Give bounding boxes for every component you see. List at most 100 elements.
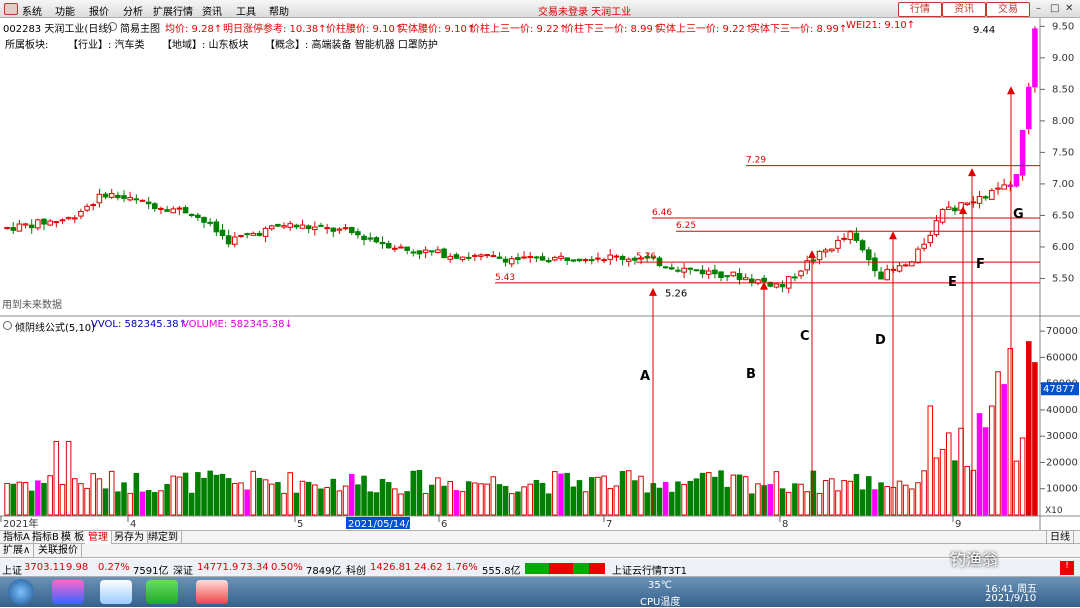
tab-related-quote[interactable]: 关联报价 [35, 544, 82, 558]
kline-chart[interactable]: 5.43 5.76 6.25 6.46 7.29 5.26 9.44 A B C D E F G 9.50… [0, 0, 1080, 607]
candle-body [127, 196, 133, 201]
volume-bar [496, 484, 503, 516]
candle-body [145, 201, 152, 205]
candle-body [484, 254, 490, 257]
level-label: 5.76 [636, 252, 656, 262]
volume-bar [121, 482, 127, 516]
indicator-icon[interactable] [3, 321, 12, 330]
volume-bar [472, 482, 478, 516]
alert-icon[interactable]: ! [1060, 561, 1074, 575]
candle-body [878, 271, 884, 280]
volume-bar [841, 480, 847, 516]
candle-body [502, 258, 509, 263]
volume-bar [792, 483, 798, 516]
volume-bar [465, 481, 472, 516]
tab-manage[interactable]: 管理 [85, 531, 112, 545]
volume-bar [625, 470, 632, 516]
candle-body [268, 225, 275, 230]
candle-body [533, 256, 540, 259]
volume-bar [84, 487, 90, 516]
period-daily[interactable]: 日线 [1046, 531, 1074, 545]
signal-arrow-head [968, 168, 976, 177]
tab-template[interactable]: 模 板 [58, 531, 89, 545]
volume-bar [268, 483, 275, 516]
candle-body [712, 269, 718, 275]
candle-body [601, 259, 607, 262]
volume-bar [508, 493, 515, 516]
volume-bar [515, 491, 521, 516]
candle-body [207, 221, 213, 224]
volume-bar [404, 491, 410, 516]
candle-body [256, 232, 263, 236]
volume-bar [779, 488, 786, 516]
candle-body [687, 267, 694, 270]
stock-app-icon[interactable] [196, 580, 228, 604]
signal-letter: F [976, 257, 985, 272]
volume-bar [441, 485, 447, 516]
volume-bar [336, 490, 343, 516]
volume-bar [65, 440, 72, 516]
candle-body [336, 228, 343, 231]
candle-body [847, 231, 854, 241]
tab-extend[interactable]: 扩展∧ [0, 544, 35, 558]
volume-bar [170, 475, 177, 516]
volume-bar [632, 480, 638, 516]
volume-bar [330, 478, 337, 516]
price-tick: 6.50 [1052, 210, 1074, 221]
candle-body [545, 260, 552, 263]
volume-bar [939, 448, 946, 516]
volume-bar [527, 483, 534, 516]
candle-body [939, 208, 946, 223]
volume-bar [324, 486, 330, 516]
candle-body [582, 259, 589, 262]
tab-save-as[interactable]: 另存为 [111, 531, 148, 545]
volume-bar [952, 460, 958, 516]
volume-bar [4, 483, 10, 516]
candle-body [915, 248, 921, 264]
volume-bar [989, 405, 995, 516]
volume-bar [182, 472, 189, 516]
volume-bar [35, 480, 41, 516]
candle-body [410, 251, 417, 254]
candle-body [515, 257, 521, 260]
candle-body [416, 250, 423, 255]
candle-body [115, 194, 121, 199]
low-point-label: 5.26 [665, 289, 687, 300]
volume-bar [613, 485, 620, 516]
volume-bar [367, 491, 373, 516]
candle-body [305, 225, 312, 230]
candle-body [619, 255, 626, 260]
candle-body [195, 214, 201, 218]
indicator-title[interactable]: 倾阴线公式(5,10) [15, 319, 95, 334]
date-tick: 2021年 [3, 517, 38, 530]
candle-body [96, 193, 103, 204]
volume-bar [564, 472, 570, 516]
candle-body [59, 219, 66, 222]
candle-body [896, 265, 903, 272]
volume-bar [244, 489, 250, 516]
volume-bar [847, 480, 854, 516]
browser-icon[interactable] [146, 580, 178, 604]
volume-bar [909, 488, 915, 516]
volume-bar [447, 481, 453, 516]
app-icon-2[interactable] [100, 580, 132, 604]
candle-body [662, 266, 669, 269]
volume-bar [428, 484, 435, 516]
app-icon-1[interactable] [52, 580, 84, 604]
start-icon[interactable] [8, 579, 34, 605]
volume-bar [287, 472, 293, 516]
kc-change: 24.62 [414, 562, 443, 573]
volume-bar [139, 491, 146, 516]
candle-body [16, 223, 23, 232]
price-tick: 7.50 [1052, 147, 1074, 158]
candle-body [293, 224, 300, 228]
volume-bar [835, 490, 841, 516]
sh-label: 上证 [2, 566, 22, 577]
level-label: 6.25 [676, 221, 696, 231]
tab-bind-to[interactable]: 绑定到 [145, 531, 182, 545]
candle-body [853, 232, 860, 241]
candle-body [318, 224, 324, 227]
candle-body [459, 256, 466, 261]
candle-body [989, 189, 995, 200]
volume-bar [59, 483, 66, 516]
